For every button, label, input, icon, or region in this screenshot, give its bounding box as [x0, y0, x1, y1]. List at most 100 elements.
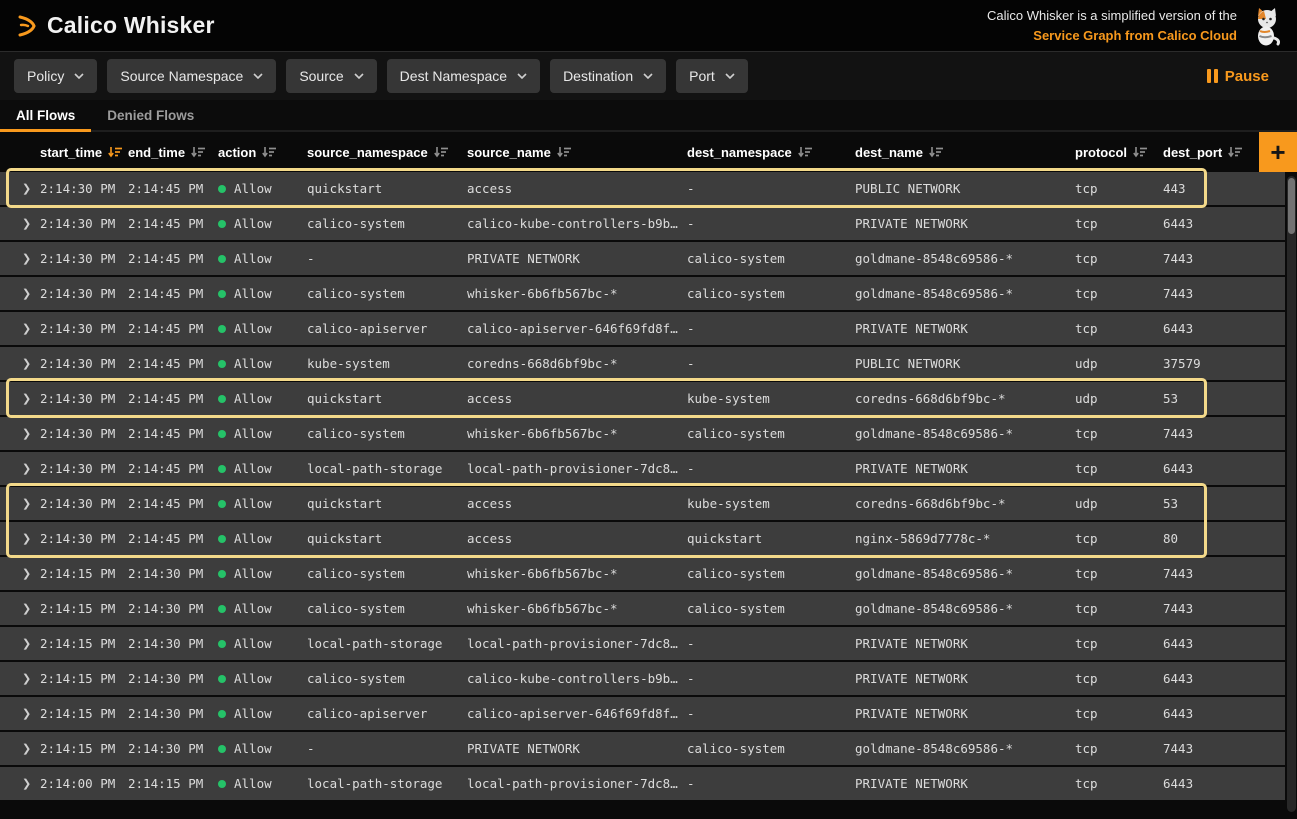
table-row[interactable]: ❯2:14:15 PM2:14:30 PMAllowcalico-systemc…	[0, 662, 1285, 695]
sort-icon[interactable]	[262, 146, 277, 158]
cell-protocol: tcp	[1075, 776, 1163, 791]
table-row[interactable]: ❯2:14:15 PM2:14:30 PMAllowcalico-systemw…	[0, 557, 1285, 590]
row-expand-chevron-icon[interactable]: ❯	[0, 602, 40, 615]
row-expand-chevron-icon[interactable]: ❯	[0, 567, 40, 580]
cell-dest_name: PUBLIC NETWORK	[855, 356, 1075, 371]
row-expand-chevron-icon[interactable]: ❯	[0, 742, 40, 755]
cell-protocol: tcp	[1075, 531, 1163, 546]
cell-dest_port: 6443	[1163, 636, 1285, 651]
cell-end_time: 2:14:45 PM	[128, 356, 218, 371]
table-row[interactable]: ❯2:14:30 PM2:14:45 PMAllowkube-systemcor…	[0, 347, 1285, 380]
row-expand-chevron-icon[interactable]: ❯	[0, 287, 40, 300]
sort-icon[interactable]	[1133, 146, 1148, 158]
scrollbar-thumb[interactable]	[1288, 178, 1295, 234]
action-label: Allow	[234, 706, 272, 721]
row-expand-chevron-icon[interactable]: ❯	[0, 357, 40, 370]
cell-dest_namespace: -	[687, 181, 855, 196]
table-row[interactable]: ❯2:14:15 PM2:14:30 PMAllowlocal-path-sto…	[0, 627, 1285, 660]
chevron-down-icon	[517, 73, 527, 79]
filter-port[interactable]: Port	[676, 59, 748, 93]
cell-protocol: tcp	[1075, 601, 1163, 616]
table-row[interactable]: ❯2:14:30 PM2:14:45 PMAllowquickstartacce…	[0, 487, 1285, 520]
cell-source_namespace: quickstart	[307, 181, 467, 196]
row-expand-chevron-icon[interactable]: ❯	[0, 672, 40, 685]
column-header-dest_namespace[interactable]: dest_namespace	[687, 145, 855, 160]
pause-button[interactable]: Pause	[1201, 67, 1283, 86]
filter-source-namespace[interactable]: Source Namespace	[107, 59, 276, 93]
sort-icon[interactable]	[798, 146, 813, 158]
table-row[interactable]: ❯2:14:30 PM2:14:45 PMAllowcalico-systemw…	[0, 277, 1285, 310]
row-expand-chevron-icon[interactable]: ❯	[0, 427, 40, 440]
sort-icon[interactable]	[434, 146, 449, 158]
row-expand-chevron-icon[interactable]: ❯	[0, 777, 40, 790]
column-header-dest_name[interactable]: dest_name	[855, 145, 1075, 160]
table-row[interactable]: ❯2:14:15 PM2:14:30 PMAllowcalico-systemw…	[0, 592, 1285, 625]
cell-dest_port: 6443	[1163, 706, 1285, 721]
add-column-button[interactable]: +	[1259, 132, 1297, 172]
table-row[interactable]: ❯2:14:15 PM2:14:30 PMAllow-PRIVATE NETWO…	[0, 732, 1285, 765]
table-row[interactable]: ❯2:14:15 PM2:14:30 PMAllowcalico-apiserv…	[0, 697, 1285, 730]
cell-action: Allow	[218, 601, 307, 616]
row-expand-chevron-icon[interactable]: ❯	[0, 462, 40, 475]
cell-dest_port: 6443	[1163, 671, 1285, 686]
allow-status-dot-icon	[218, 780, 226, 788]
column-header-source_name[interactable]: source_name	[467, 145, 687, 160]
table-row[interactable]: ❯2:14:30 PM2:14:45 PMAllowquickstartacce…	[0, 382, 1285, 415]
column-label: source_name	[467, 145, 551, 160]
filter-policy[interactable]: Policy	[14, 59, 97, 93]
table-row[interactable]: ❯2:14:30 PM2:14:45 PMAllowcalico-apiserv…	[0, 312, 1285, 345]
cell-end_time: 2:14:30 PM	[128, 566, 218, 581]
table-row[interactable]: ❯2:14:00 PM2:14:15 PMAllowlocal-path-sto…	[0, 767, 1285, 800]
column-header-protocol[interactable]: protocol	[1075, 145, 1163, 160]
sort-icon[interactable]	[1228, 146, 1243, 158]
cell-action: Allow	[218, 321, 307, 336]
cell-dest_namespace: calico-system	[687, 251, 855, 266]
cell-start_time: 2:14:30 PM	[40, 181, 128, 196]
row-expand-chevron-icon[interactable]: ❯	[0, 637, 40, 650]
table-row[interactable]: ❯2:14:30 PM2:14:45 PMAllowcalico-systemw…	[0, 417, 1285, 450]
row-expand-chevron-icon[interactable]: ❯	[0, 532, 40, 545]
column-header-start_time[interactable]: start_time	[40, 145, 128, 160]
service-graph-link[interactable]: Service Graph from Calico Cloud	[1033, 28, 1237, 43]
row-expand-chevron-icon[interactable]: ❯	[0, 252, 40, 265]
action-label: Allow	[234, 461, 272, 476]
sort-icon[interactable]	[557, 146, 572, 158]
column-header-source_namespace[interactable]: source_namespace	[307, 145, 467, 160]
cell-start_time: 2:14:30 PM	[40, 496, 128, 511]
cell-start_time: 2:14:30 PM	[40, 391, 128, 406]
table-row[interactable]: ❯2:14:30 PM2:14:45 PMAllowquickstartacce…	[0, 522, 1285, 555]
filter-dest-namespace[interactable]: Dest Namespace	[387, 59, 540, 93]
action-label: Allow	[234, 636, 272, 651]
table-row[interactable]: ❯2:14:30 PM2:14:45 PMAllowlocal-path-sto…	[0, 452, 1285, 485]
filter-source[interactable]: Source	[286, 59, 376, 93]
cell-protocol: udp	[1075, 391, 1163, 406]
cell-source_namespace: calico-system	[307, 286, 467, 301]
row-expand-chevron-icon[interactable]: ❯	[0, 322, 40, 335]
cell-dest_port: 53	[1163, 391, 1285, 406]
filter-destination[interactable]: Destination	[550, 59, 666, 93]
sort-icon[interactable]	[929, 146, 944, 158]
table-row[interactable]: ❯2:14:30 PM2:14:45 PMAllowcalico-systemc…	[0, 207, 1285, 240]
row-expand-chevron-icon[interactable]: ❯	[0, 497, 40, 510]
column-label: action	[218, 145, 256, 160]
cell-end_time: 2:14:45 PM	[128, 391, 218, 406]
cell-source_namespace: -	[307, 251, 467, 266]
table-row[interactable]: ❯2:14:30 PM2:14:45 PMAllow-PRIVATE NETWO…	[0, 242, 1285, 275]
cell-dest_port: 443	[1163, 181, 1285, 196]
table-row[interactable]: ❯2:14:30 PM2:14:45 PMAllowquickstartacce…	[0, 172, 1285, 205]
sort-icon[interactable]	[108, 146, 123, 158]
row-expand-chevron-icon[interactable]: ❯	[0, 182, 40, 195]
row-expand-chevron-icon[interactable]: ❯	[0, 392, 40, 405]
row-expand-chevron-icon[interactable]: ❯	[0, 217, 40, 230]
cell-source_namespace: quickstart	[307, 531, 467, 546]
tab-all-flows[interactable]: All Flows	[0, 100, 91, 132]
column-header-action[interactable]: action	[218, 145, 307, 160]
tab-denied-flows[interactable]: Denied Flows	[91, 100, 210, 132]
cell-source_name: calico-kube-controllers-b9b…	[467, 671, 687, 686]
sort-icon[interactable]	[191, 146, 206, 158]
cell-source_name: PRIVATE NETWORK	[467, 251, 687, 266]
row-expand-chevron-icon[interactable]: ❯	[0, 707, 40, 720]
cell-source_namespace: calico-system	[307, 566, 467, 581]
vertical-scrollbar[interactable]	[1287, 176, 1296, 812]
column-header-end_time[interactable]: end_time	[128, 145, 218, 160]
